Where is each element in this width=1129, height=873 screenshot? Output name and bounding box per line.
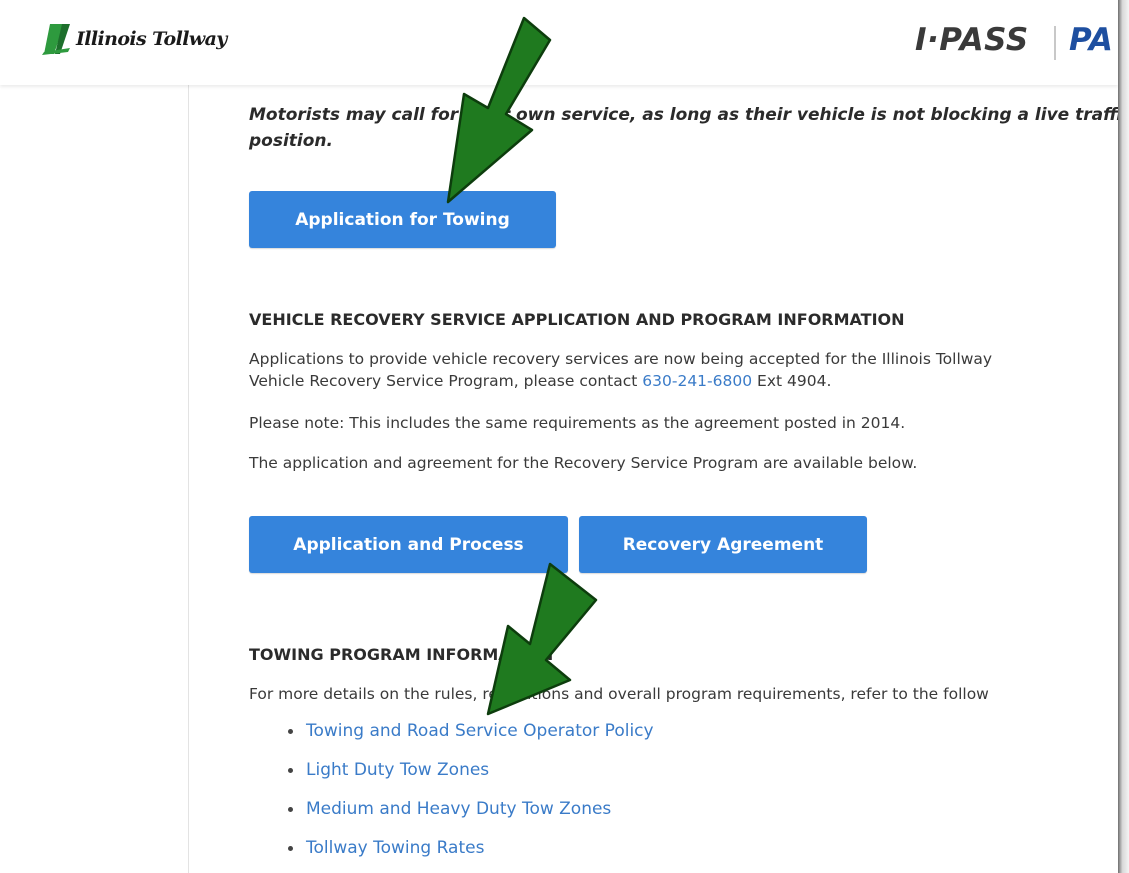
towing-program-paragraph: For more details on the rules, regulatio…	[249, 685, 989, 703]
tollway-logo-icon	[42, 24, 70, 55]
recovery-paragraph: Applications to provide vehicle recovery…	[249, 348, 992, 392]
notice-line-1: Motorists may call for their own service…	[249, 105, 1118, 125]
vehicle-recovery-heading: VEHICLE RECOVERY SERVICE APPLICATION AND…	[249, 310, 905, 329]
recovery-paragraph-line-2: Vehicle Recovery Service Program, please…	[249, 370, 992, 392]
pay-by-plate-logo[interactable]: PA	[1069, 22, 1113, 58]
logo-text: Illinois Tollway	[76, 28, 227, 50]
notice-line-2: position.	[249, 131, 333, 151]
illinois-tollway-logo[interactable]: Illinois Tollway	[40, 22, 227, 56]
recovery-phone-link[interactable]: 630-241-6800	[642, 372, 752, 390]
window-edge-shadow	[1118, 0, 1129, 873]
motorist-notice: Motorists may call for their own service…	[249, 102, 1118, 154]
header-divider	[1054, 26, 1056, 60]
link-light-duty-tow-zones[interactable]: Light Duty Tow Zones	[288, 757, 654, 796]
link-towing-road-service-policy[interactable]: Towing and Road Service Operator Policy	[288, 718, 654, 757]
link-tollway-towing-rates[interactable]: Tollway Towing Rates	[288, 835, 654, 873]
link-medium-heavy-duty-tow-zones[interactable]: Medium and Heavy Duty Tow Zones	[288, 796, 654, 835]
recovery-agreement-button[interactable]: Recovery Agreement	[579, 516, 867, 573]
recovery-availability: The application and agreement for the Re…	[249, 454, 918, 472]
recovery-paragraph-line-1: Applications to provide vehicle recovery…	[249, 350, 993, 368]
left-column-border	[188, 85, 189, 873]
recovery-contact-text: Vehicle Recovery Service Program, please…	[249, 372, 643, 390]
ipass-logo[interactable]: I·PASS	[915, 22, 1029, 58]
green-arrow-icon	[486, 562, 598, 716]
recovery-ext-text: Ext 4904.	[752, 372, 832, 390]
recovery-note: Please note: This includes the same requ…	[249, 414, 906, 432]
green-arrow-icon	[446, 16, 552, 204]
towing-links-list: Towing and Road Service Operator Policy …	[288, 718, 654, 873]
browser-page: Illinois Tollway I·PASS PA p Motorists m…	[0, 0, 1118, 873]
